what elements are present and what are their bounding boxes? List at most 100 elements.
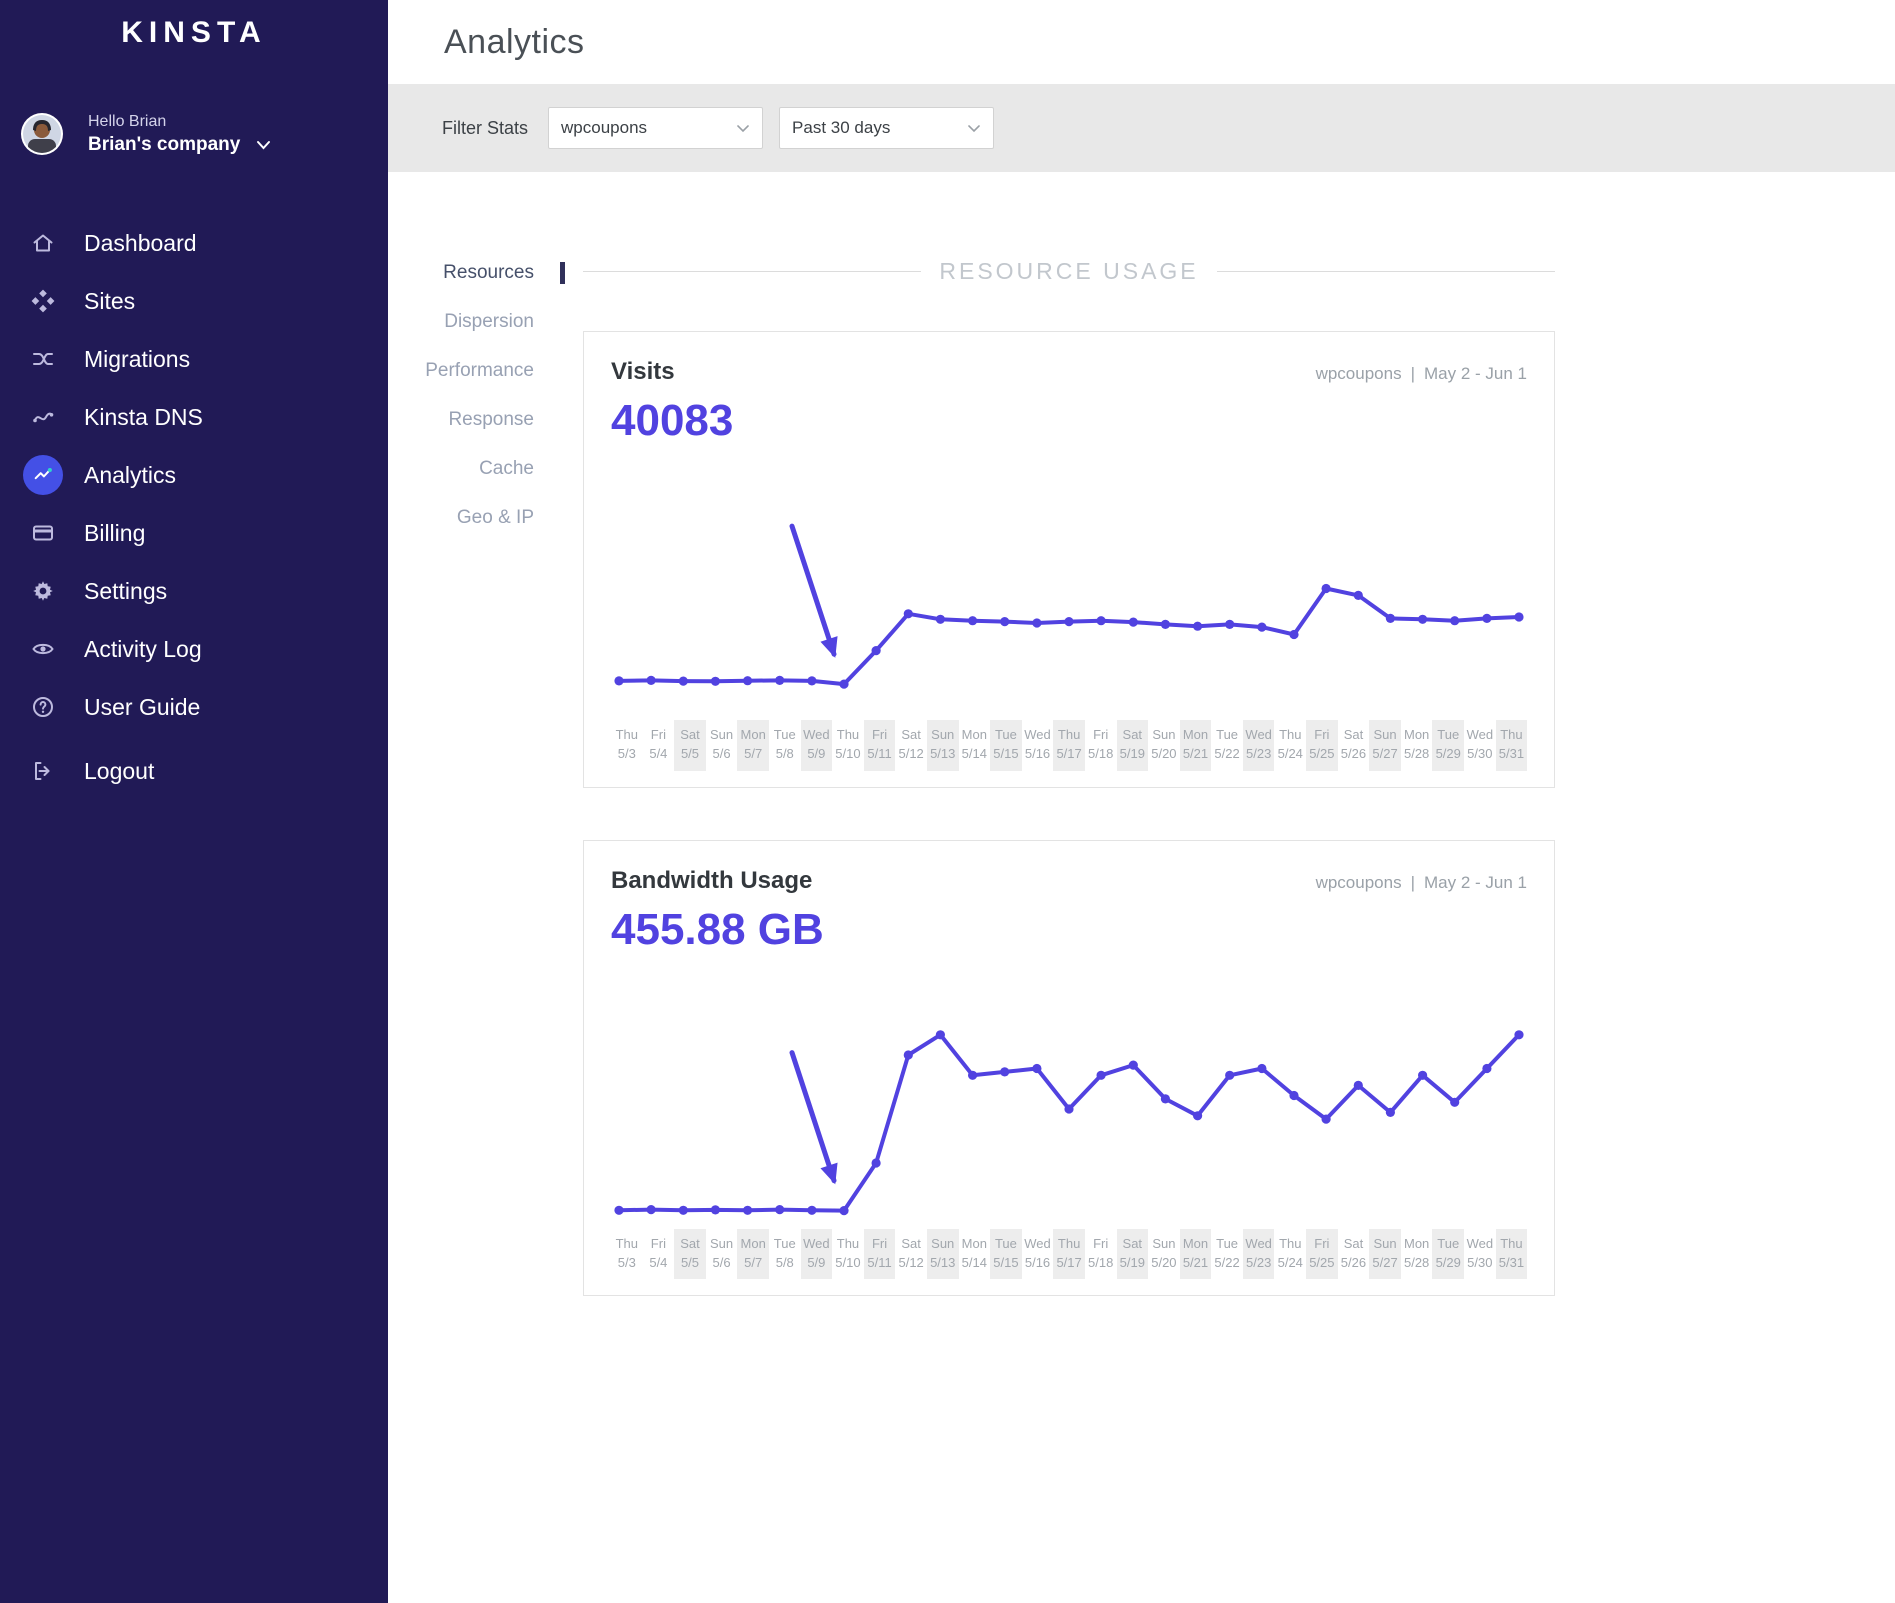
- filter-bar: Filter Stats wpcoupons Past 30 days: [388, 84, 1895, 172]
- meta-range: May 2 - Jun 1: [1424, 364, 1527, 384]
- subnav-item-resources[interactable]: Resources: [388, 262, 565, 284]
- sidebar-item-migrations[interactable]: Migrations: [0, 330, 388, 388]
- sites-icon: [30, 288, 56, 314]
- sidebar-item-settings[interactable]: Settings: [0, 562, 388, 620]
- annotation-arrow: [792, 1052, 834, 1180]
- sidebar-item-kinsta-dns[interactable]: Kinsta DNS: [0, 388, 388, 446]
- company-name: Brian's company: [88, 134, 240, 156]
- x-axis-label: Mon5/7: [737, 1229, 769, 1280]
- sidebar-item-logout[interactable]: Logout: [0, 742, 388, 800]
- sidebar: Kinsta Hello Brian Brian's compa: [0, 0, 388, 1603]
- meta-site: wpcoupons: [1316, 364, 1402, 384]
- x-axis-label: Fri5/25: [1306, 1229, 1338, 1280]
- billing-icon: [30, 520, 56, 546]
- x-axis-label: Tue5/8: [769, 1229, 801, 1280]
- analytics-icon: [23, 455, 63, 495]
- date-range-select-value: Past 30 days: [792, 118, 890, 138]
- x-axis-label: Sat5/19: [1117, 720, 1149, 771]
- x-axis-label: Thu5/3: [611, 720, 643, 771]
- x-axis-label: Sun5/13: [927, 1229, 959, 1280]
- subnav-item-cache[interactable]: Cache: [388, 458, 565, 480]
- x-axis-label: Mon5/21: [1180, 1229, 1212, 1280]
- x-axis-label: Tue5/22: [1211, 720, 1243, 771]
- sidebar-item-label: Dashboard: [84, 230, 197, 257]
- x-axis-label: Thu5/24: [1274, 720, 1306, 771]
- annotation-arrow: [792, 526, 834, 654]
- visits-card-title: Visits: [611, 358, 733, 386]
- x-axis-label: Sat5/12: [895, 1229, 927, 1280]
- date-range-select[interactable]: Past 30 days: [779, 107, 994, 149]
- user-text: Hello Brian Brian's company: [88, 113, 271, 156]
- x-axis-label: Thu5/10: [832, 720, 864, 771]
- x-axis-label: Sun5/13: [927, 720, 959, 771]
- settings-icon: [30, 578, 56, 604]
- charts-column: RESOURCE USAGE Visits 40083 wpcoupons | …: [583, 258, 1555, 1348]
- kinsta-logo: Kinsta: [0, 16, 388, 50]
- avatar: [20, 112, 64, 156]
- sidebar-item-label: Billing: [84, 520, 145, 547]
- bandwidth-chart: Thu5/3Fri5/4Sat5/5Sun5/6Mon5/7Tue5/8Wed5…: [611, 977, 1527, 1280]
- sidebar-item-user-guide[interactable]: User Guide: [0, 678, 388, 736]
- x-axis-label: Fri5/11: [864, 1229, 896, 1280]
- sidebar-item-sites[interactable]: Sites: [0, 272, 388, 330]
- x-axis-label: Tue5/22: [1211, 1229, 1243, 1280]
- visits-card-meta: wpcoupons | May 2 - Jun 1: [1316, 358, 1527, 384]
- x-axis-label: Thu5/17: [1053, 1229, 1085, 1280]
- sidebar-item-billing[interactable]: Billing: [0, 504, 388, 562]
- x-axis-label: Tue5/8: [769, 720, 801, 771]
- activity-icon: [30, 636, 56, 662]
- x-axis-label: Thu5/31: [1496, 720, 1528, 771]
- migrations-icon: [30, 346, 56, 372]
- subnav-item-response[interactable]: Response: [388, 409, 565, 431]
- bandwidth-card-meta: wpcoupons | May 2 - Jun 1: [1316, 867, 1527, 893]
- sidebar-item-label: Migrations: [84, 346, 190, 373]
- subnav-item-geo-ip[interactable]: Geo & IP: [388, 507, 565, 529]
- bandwidth-chart-x-axis: Thu5/3Fri5/4Sat5/5Sun5/6Mon5/7Tue5/8Wed5…: [611, 1229, 1527, 1280]
- visits-value: 40083: [611, 396, 733, 446]
- chevron-down-icon: [967, 124, 981, 133]
- logout-icon: [30, 758, 56, 784]
- bandwidth-card-title: Bandwidth Usage: [611, 867, 824, 895]
- meta-separator: |: [1411, 873, 1415, 893]
- x-axis-label: Mon5/28: [1401, 720, 1433, 771]
- subnav-item-dispersion[interactable]: Dispersion: [388, 311, 565, 333]
- x-axis-label: Sat5/26: [1338, 720, 1370, 771]
- visits-chart: Thu5/3Fri5/4Sat5/5Sun5/6Mon5/7Tue5/8Wed5…: [611, 468, 1527, 771]
- subnav-item-performance[interactable]: Performance: [388, 360, 565, 382]
- sidebar-item-dashboard[interactable]: Dashboard: [0, 214, 388, 272]
- x-axis-label: Sat5/12: [895, 720, 927, 771]
- sidebar-item-label: Kinsta DNS: [84, 404, 203, 431]
- x-axis-label: Mon5/7: [737, 720, 769, 771]
- sidebar-item-label: User Guide: [84, 694, 200, 721]
- home-icon: [30, 230, 56, 256]
- x-axis-label: Wed5/9: [801, 720, 833, 771]
- x-axis-label: Wed5/30: [1464, 1229, 1496, 1280]
- x-axis-label: Mon5/28: [1401, 1229, 1433, 1280]
- user-block[interactable]: Hello Brian Brian's company: [0, 112, 388, 156]
- chevron-down-icon[interactable]: [256, 140, 271, 150]
- x-axis-label: Fri5/25: [1306, 720, 1338, 771]
- bandwidth-card: Bandwidth Usage 455.88 GB wpcoupons | Ma…: [583, 840, 1555, 1297]
- x-axis-label: Thu5/10: [832, 1229, 864, 1280]
- x-axis-label: Sun5/6: [706, 1229, 738, 1280]
- section-title: RESOURCE USAGE: [939, 258, 1198, 285]
- heading-rule-left: [583, 271, 921, 272]
- sidebar-item-label: Analytics: [84, 462, 176, 489]
- x-axis-label: Fri5/18: [1085, 1229, 1117, 1280]
- sidebar-nav: Dashboard Sites Migrations Kinsta DNS Analyt…: [0, 214, 388, 800]
- site-select[interactable]: wpcoupons: [548, 107, 763, 149]
- x-axis-label: Wed5/30: [1464, 720, 1496, 771]
- analytics-subnav: Resources Dispersion Performance Response Ca…: [388, 258, 565, 1348]
- x-axis-label: Wed5/16: [1022, 1229, 1054, 1280]
- dns-icon: [30, 404, 56, 430]
- x-axis-label: Wed5/23: [1243, 720, 1275, 771]
- heading-rule-right: [1217, 271, 1555, 272]
- sidebar-item-activity-log[interactable]: Activity Log: [0, 620, 388, 678]
- meta-separator: |: [1411, 364, 1415, 384]
- visits-card: Visits 40083 wpcoupons | May 2 - Jun 1 T…: [583, 331, 1555, 788]
- filter-stats-label: Filter Stats: [442, 118, 528, 139]
- bandwidth-value: 455.88 GB: [611, 905, 824, 955]
- sidebar-item-analytics[interactable]: Analytics: [0, 446, 388, 504]
- x-axis-label: Fri5/4: [643, 1229, 675, 1280]
- x-axis-label: Thu5/3: [611, 1229, 643, 1280]
